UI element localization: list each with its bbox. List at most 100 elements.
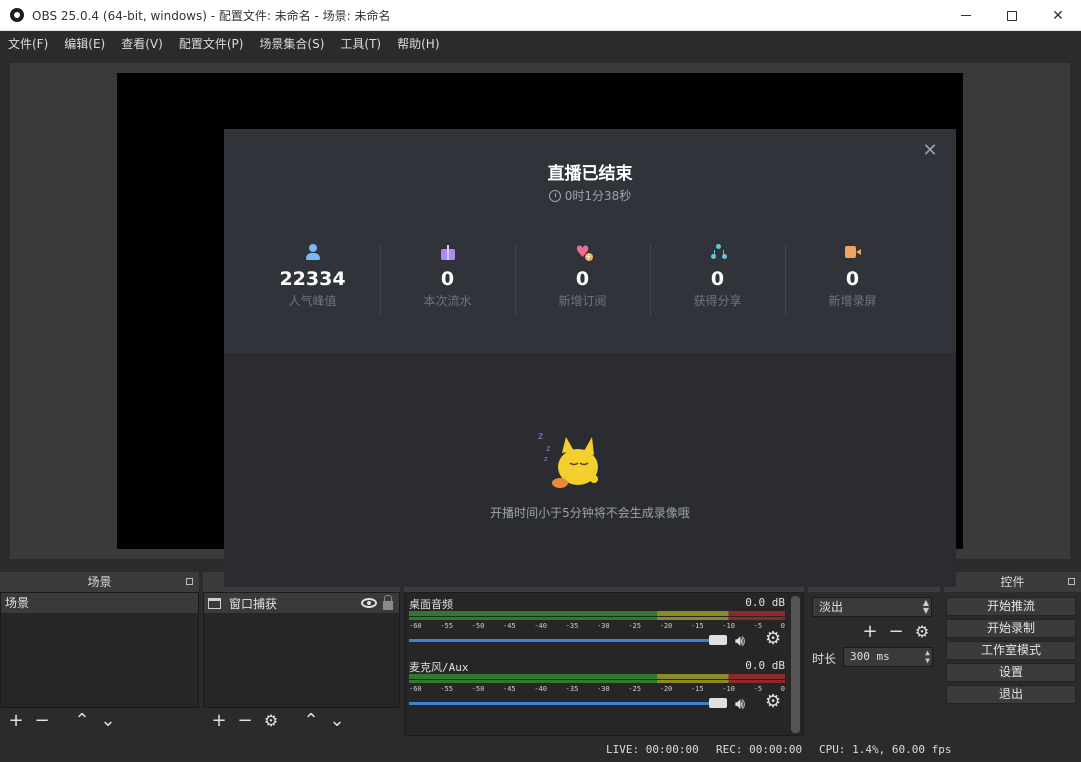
source-properties-gear-icon[interactable]: ⚙ bbox=[261, 711, 281, 731]
stat-label: 获得分享 bbox=[693, 294, 742, 308]
volume-slider[interactable] bbox=[409, 702, 727, 705]
start-streaming-button[interactable]: 开始推流 bbox=[946, 597, 1076, 616]
video-icon bbox=[844, 244, 861, 260]
track-name: 麦克风/Aux bbox=[409, 661, 469, 674]
list-item[interactable]: 窗口捕获 bbox=[204, 593, 399, 613]
remove-scene-button[interactable]: − bbox=[32, 711, 52, 731]
minimize-button[interactable] bbox=[943, 0, 989, 31]
stat-value: 0 bbox=[710, 268, 725, 290]
volume-meter bbox=[409, 680, 785, 683]
track-db: 0.0 dB bbox=[745, 596, 785, 609]
transition-select[interactable]: 淡出 ▲ ▼ bbox=[812, 597, 932, 617]
mixer-scrollbar[interactable] bbox=[791, 596, 800, 733]
move-source-up-button[interactable]: ⌃ bbox=[301, 711, 321, 731]
float-dock-icon[interactable] bbox=[186, 578, 193, 585]
add-scene-button[interactable]: + bbox=[6, 711, 26, 731]
maximize-icon bbox=[1007, 10, 1017, 21]
controls-dock-header: 控件 bbox=[944, 572, 1081, 592]
rec-timer: REC: 00:00:00 bbox=[716, 743, 803, 756]
status-bar: LIVE: 00:00:00 REC: 00:00:00 CPU: 1.4%, … bbox=[0, 738, 1081, 762]
stat-value: 0 bbox=[845, 268, 860, 290]
stat-label: 本次流水 bbox=[423, 294, 472, 308]
scenes-list[interactable]: 场景 bbox=[0, 592, 199, 708]
stream-duration: 0时1分38秒 bbox=[224, 187, 956, 204]
meter-ticks: -60 -55 -50 -45 -40 -35 -30 -25 -20 -15 -10 -5 0 bbox=[409, 685, 785, 693]
minimize-icon bbox=[961, 15, 971, 16]
stream-ended-dialog: ✕ 直播已结束 0时1分38秒 22334 人气峰值 0 本次流水 ♥ + 0 新… bbox=[224, 129, 956, 587]
gift-icon bbox=[440, 244, 456, 260]
stat-revenue: 0 本次流水 bbox=[380, 242, 515, 317]
duration-value: 300 ms bbox=[850, 650, 890, 663]
move-scene-up-button[interactable]: ⌃ bbox=[72, 711, 92, 731]
lock-icon[interactable] bbox=[383, 594, 393, 610]
stat-shares: 0 获得分享 bbox=[650, 242, 785, 317]
stat-label: 新增订阅 bbox=[558, 294, 607, 308]
meter-ticks: -60 -55 -50 -45 -40 -35 -30 -25 -20 -15 -10 -5 0 bbox=[409, 622, 785, 630]
svg-text:z: z bbox=[538, 431, 543, 442]
share-icon bbox=[710, 244, 726, 260]
volume-meter bbox=[409, 617, 785, 620]
start-recording-button[interactable]: 开始录制 bbox=[946, 619, 1076, 638]
settings-button[interactable]: 设置 bbox=[946, 663, 1076, 682]
menu-scene-collection[interactable]: 场景集合(S) bbox=[251, 35, 332, 52]
close-window-button[interactable]: ✕ bbox=[1035, 0, 1081, 31]
dialog-note: 开播时间小于5分钟将不会生成录像哦 bbox=[490, 506, 690, 520]
add-transition-button[interactable]: + bbox=[860, 622, 880, 642]
dialog-close-button[interactable]: ✕ bbox=[922, 142, 938, 160]
svg-text:z: z bbox=[546, 444, 550, 453]
sleeping-mascot-illustration: z z z bbox=[538, 431, 598, 488]
remove-transition-button[interactable]: − bbox=[886, 622, 906, 642]
visibility-eye-icon[interactable] bbox=[361, 598, 377, 608]
menu-file[interactable]: 文件(F) bbox=[0, 35, 56, 52]
studio-mode-button[interactable]: 工作室模式 bbox=[946, 641, 1076, 660]
scenes-dock-title: 场景 bbox=[87, 575, 112, 589]
add-source-button[interactable]: + bbox=[209, 711, 229, 731]
menu-help[interactable]: 帮助(H) bbox=[389, 35, 447, 52]
volume-slider[interactable] bbox=[409, 639, 727, 642]
sources-toolbar: + − ⚙ ⌃ ⌄ bbox=[203, 708, 400, 734]
menu-profile[interactable]: 配置文件(P) bbox=[171, 35, 252, 52]
stat-label: 人气峰值 bbox=[288, 294, 337, 308]
move-source-down-button[interactable]: ⌄ bbox=[327, 711, 347, 731]
remove-source-button[interactable]: − bbox=[235, 711, 255, 731]
transition-properties-gear-icon[interactable]: ⚙ bbox=[912, 622, 932, 642]
gear-icon[interactable]: ⚙ bbox=[765, 630, 783, 648]
window-capture-icon bbox=[208, 597, 221, 609]
float-dock-icon[interactable] bbox=[1068, 578, 1075, 585]
gear-icon[interactable]: ⚙ bbox=[765, 693, 783, 711]
list-item[interactable]: 场景 bbox=[1, 593, 198, 613]
speaker-icon[interactable]: 🔊︎ bbox=[735, 631, 757, 650]
stat-value: 0 bbox=[575, 268, 590, 290]
stat-value: 22334 bbox=[279, 268, 346, 290]
stat-new-subscriptions: ♥ + 0 新增订阅 bbox=[515, 242, 650, 317]
mixer-track-desktop-audio: 桌面音频 0.0 dB -60 -55 -50 -45 -40 -35 -30 -25 -20-… bbox=[405, 596, 785, 656]
source-label: 窗口捕获 bbox=[229, 596, 278, 611]
sources-list[interactable]: 窗口捕获 bbox=[203, 592, 400, 708]
title-bar: OBS 25.0.4 (64-bit, windows) - 配置文件: 未命名… bbox=[0, 0, 1081, 31]
stat-peak-popularity: 22334 人气峰值 bbox=[245, 242, 380, 317]
spin-arrows-icon[interactable]: ▲ ▼ bbox=[925, 649, 930, 665]
dialog-title: 直播已结束 bbox=[547, 164, 633, 184]
exit-button[interactable]: 退出 bbox=[946, 685, 1076, 704]
speaker-icon[interactable]: 🔊︎ bbox=[735, 694, 757, 713]
cpu-fps: CPU: 1.4%, 60.00 fps bbox=[819, 743, 952, 756]
heart-plus-icon: ♥ + bbox=[575, 242, 593, 261]
menu-tools[interactable]: 工具(T) bbox=[332, 35, 389, 52]
volume-meter bbox=[409, 611, 785, 616]
scenes-dock-header: 场景 bbox=[0, 572, 199, 592]
volume-slider-handle[interactable] bbox=[709, 698, 727, 708]
live-timer: LIVE: 00:00:00 bbox=[606, 743, 699, 756]
volume-meter bbox=[409, 674, 785, 679]
mixer-track-mic-aux: 麦克风/Aux 0.0 dB -60 -55 -50 -45 -40 -35 -30 -25-… bbox=[405, 659, 785, 719]
menu-view[interactable]: 查看(V) bbox=[113, 35, 171, 52]
volume-slider-handle[interactable] bbox=[709, 635, 727, 645]
stat-value: 0 bbox=[440, 268, 455, 290]
menu-edit[interactable]: 编辑(E) bbox=[56, 35, 113, 52]
maximize-button[interactable] bbox=[989, 0, 1035, 31]
svg-text:z: z bbox=[544, 455, 548, 463]
chevron-updown-icon: ▲ ▼ bbox=[922, 598, 929, 615]
move-scene-down-button[interactable]: ⌄ bbox=[98, 711, 118, 731]
duration-spinbox[interactable]: 300 ms ▲ ▼ bbox=[843, 647, 933, 667]
scenes-toolbar: + − ⌃ ⌄ bbox=[0, 708, 199, 734]
window-title: OBS 25.0.4 (64-bit, windows) - 配置文件: 未命名… bbox=[32, 8, 391, 23]
